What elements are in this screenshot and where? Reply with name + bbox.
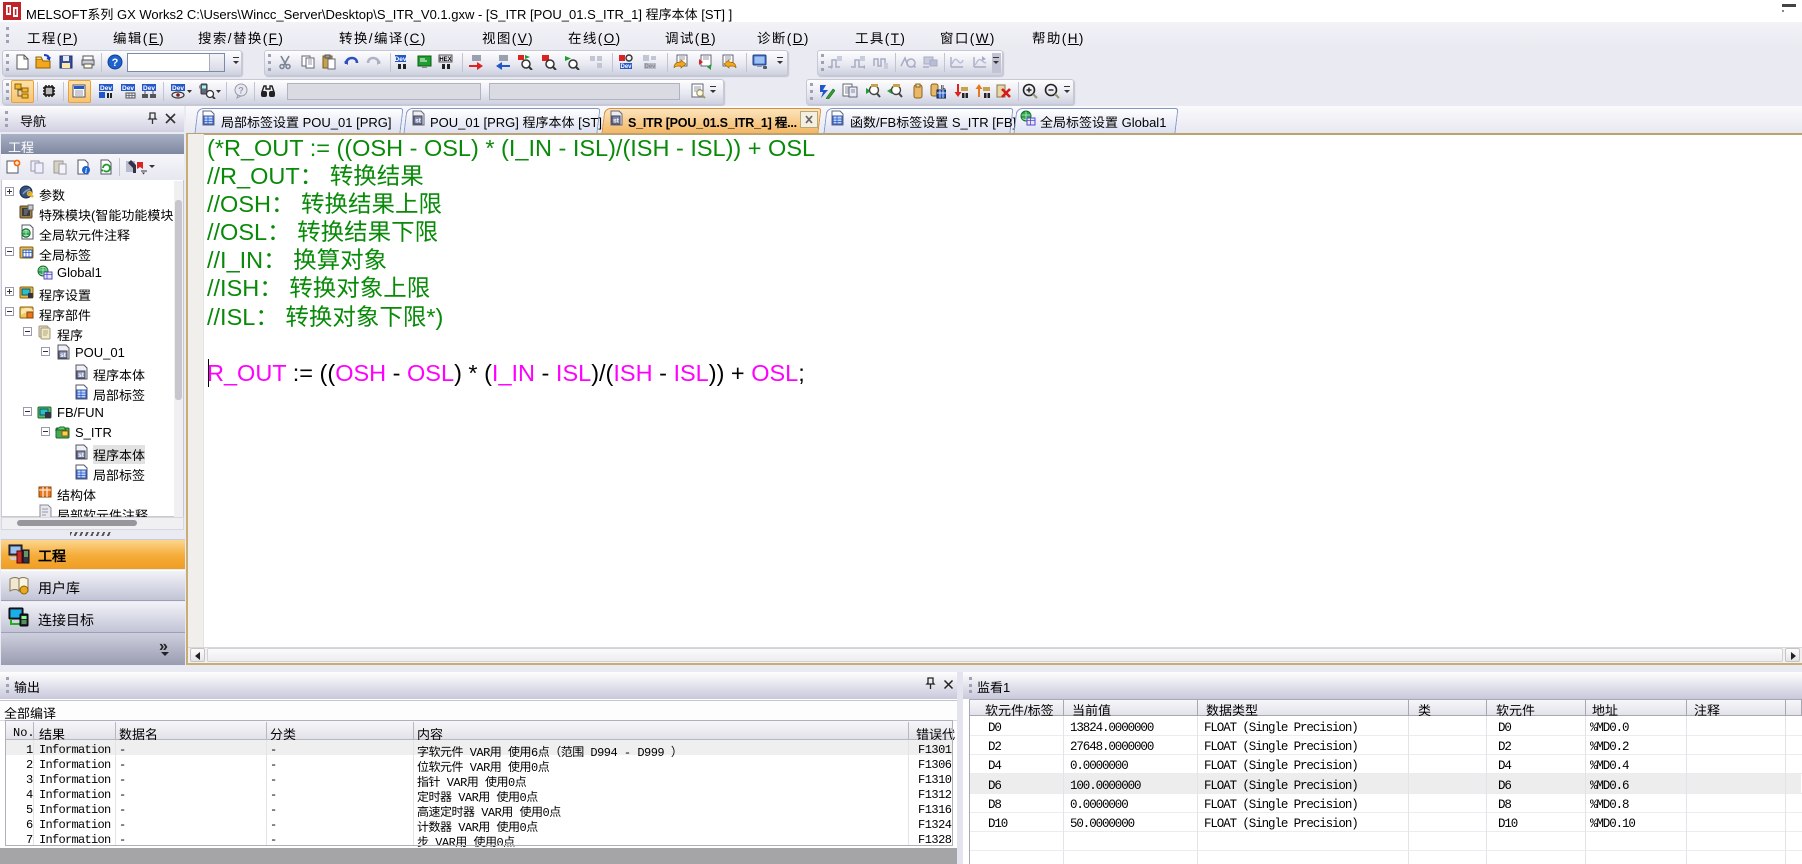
svg-text:st: st xyxy=(415,118,422,125)
svg-text:Dev: Dev xyxy=(122,85,134,92)
svg-text:Dev: Dev xyxy=(100,85,112,92)
svg-text:st: st xyxy=(60,352,67,359)
svg-text:Dev: Dev xyxy=(395,56,407,63)
svg-text:IL: IL xyxy=(941,85,945,91)
svg-text:Dev: Dev xyxy=(172,85,184,92)
svg-text:?: ? xyxy=(112,57,119,69)
svg-text:st: st xyxy=(78,452,85,459)
svg-text:st: st xyxy=(613,118,620,125)
svg-text:Dev: Dev xyxy=(143,85,155,92)
svg-text:i: i xyxy=(85,167,87,175)
svg-text:?: ? xyxy=(238,86,244,96)
svg-text:st: st xyxy=(78,372,85,379)
svg-text:HEX: HEX xyxy=(439,57,451,63)
svg-text:Dev: Dev xyxy=(644,64,656,70)
svg-text:Dev: Dev xyxy=(620,64,632,70)
